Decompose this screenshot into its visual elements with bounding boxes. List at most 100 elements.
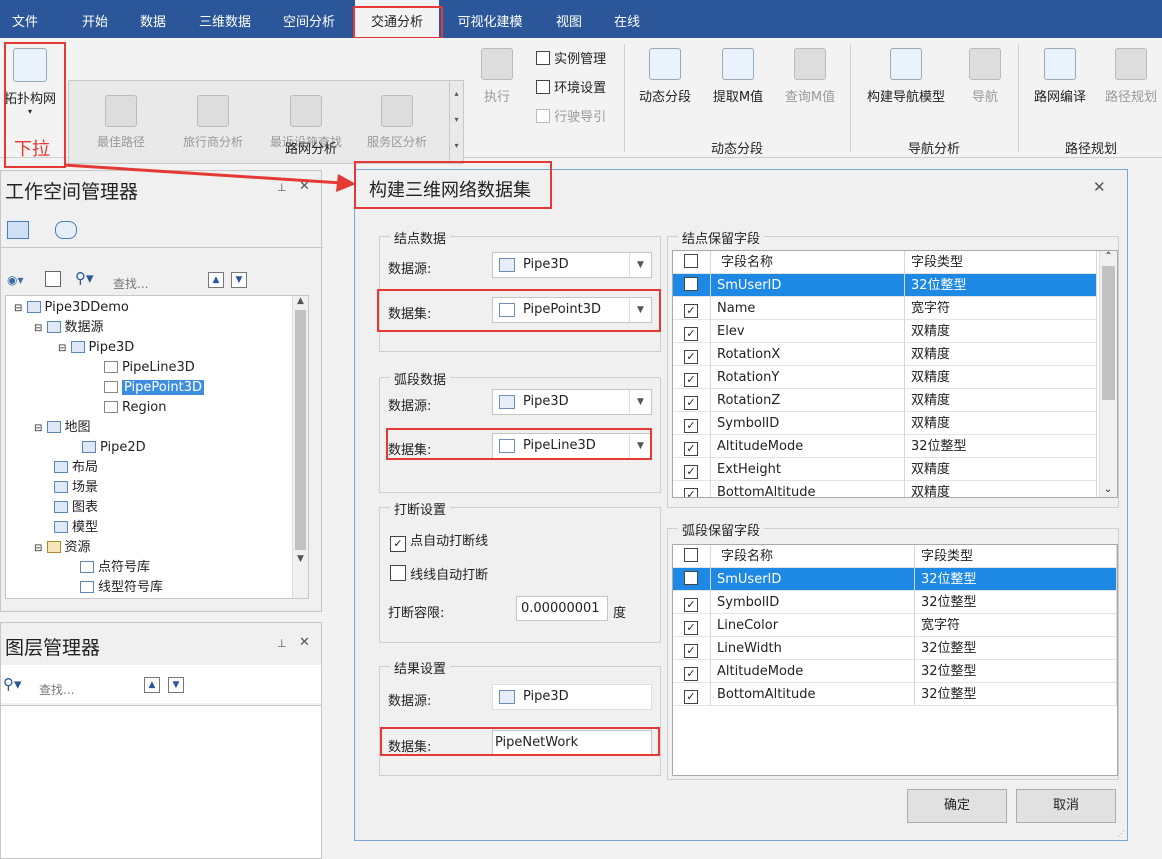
tree-node-models[interactable]: 模型	[54, 518, 98, 538]
table-row[interactable]: ✓ RotationX 双精度	[673, 343, 1097, 366]
result-datasource-select[interactable]: Pipe3D	[492, 684, 652, 710]
navigate-button[interactable]: 导航	[962, 48, 1008, 105]
scroll-down-icon[interactable]: ⌄	[1100, 484, 1116, 495]
dialog-close-icon[interactable]: ✕	[1093, 178, 1106, 196]
drive-guide-checkbox[interactable]: 行驶导引	[536, 106, 606, 125]
table-row[interactable]: ✓ LineWidth 32位整型	[673, 637, 1117, 660]
tolerance-input[interactable]: 0.00000001	[516, 596, 608, 621]
move-down-icon[interactable]: ▼	[168, 677, 184, 693]
row-checkbox[interactable]: ✓	[673, 297, 711, 320]
tree-node-pipe2d[interactable]: Pipe2D	[82, 438, 146, 458]
auto-break-line-checkbox[interactable]: 线线自动打断	[390, 564, 488, 583]
row-checkbox[interactable]: ✓	[673, 481, 711, 497]
menu-3d-data[interactable]: 三维数据	[188, 0, 262, 38]
table-row[interactable]: ✓ ExtHeight 双精度	[673, 458, 1097, 481]
tree-node-pipepoint3d[interactable]: PipePoint3D	[104, 378, 204, 398]
document-icon[interactable]	[45, 271, 61, 287]
menu-spatial-analysis[interactable]: 空间分析	[272, 0, 346, 38]
env-settings-checkbox[interactable]: 环境设置	[536, 77, 606, 96]
compile-net-button[interactable]: 路网编译	[1028, 48, 1092, 105]
scroll-thumb[interactable]	[295, 310, 306, 550]
col-type-header[interactable]: 字段类型	[915, 545, 1117, 568]
tree-node-pipe3d[interactable]: ⊟ Pipe3D	[58, 338, 134, 358]
row-checkbox[interactable]: ✓	[673, 614, 711, 637]
table-row[interactable]: SmUserID 32位整型	[673, 274, 1097, 297]
header-select-all[interactable]	[673, 251, 711, 274]
scroll-up-icon[interactable]: ⌃	[1100, 251, 1117, 262]
instance-mgmt-checkbox[interactable]: 实例管理	[536, 48, 606, 67]
search-icon[interactable]: ⚲▾	[75, 269, 94, 287]
chevron-down-icon[interactable]: ▼	[629, 253, 651, 277]
scroll-down-icon[interactable]: ▼	[293, 554, 308, 564]
row-checkbox[interactable]: ✓	[673, 366, 711, 389]
col-name-header[interactable]: 字段名称	[711, 251, 905, 274]
resize-grip-icon[interactable]: ⋰	[1117, 829, 1125, 838]
query-m-button[interactable]: 查询M值	[778, 48, 842, 105]
row-checkbox[interactable]: ✓	[673, 683, 711, 706]
menu-data[interactable]: 数据	[128, 0, 178, 38]
scroll-up-icon[interactable]: ▲	[293, 296, 308, 306]
build-nav-model-button[interactable]: 构建导航模型	[860, 48, 952, 105]
tree-node-line-symbols[interactable]: 线型符号库	[80, 578, 163, 598]
ok-button[interactable]: 确定	[907, 789, 1007, 823]
table-row[interactable]: ✓ RotationZ 双精度	[673, 389, 1097, 412]
tree-node-charts[interactable]: 图表	[54, 498, 98, 518]
view-icon[interactable]: ◉▾	[7, 273, 24, 287]
workspace-search-input[interactable]: 查找...	[113, 275, 148, 292]
menu-start[interactable]: 开始	[70, 0, 120, 38]
menu-visual-modeling[interactable]: 可视化建模	[448, 0, 532, 38]
node-grid-scrollbar[interactable]: ⌃ ⌄	[1099, 251, 1117, 497]
row-checkbox[interactable]: ✓	[673, 389, 711, 412]
table-row[interactable]: ✓ AltitudeMode 32位整型	[673, 435, 1097, 458]
table-row[interactable]: ✓ SymbolID 双精度	[673, 412, 1097, 435]
tree-node-region[interactable]: Region	[104, 398, 167, 418]
table-row[interactable]: SmUserID 32位整型	[673, 568, 1117, 591]
row-checkbox[interactable]	[673, 568, 711, 591]
execute-button[interactable]: 执行	[474, 48, 520, 105]
cancel-button[interactable]: 取消	[1016, 789, 1116, 823]
tree-node-scenes[interactable]: 场景	[54, 478, 98, 498]
table-row[interactable]: ✓ Name 宽字符	[673, 297, 1097, 320]
table-row[interactable]: ✓ BottomAltitude 32位整型	[673, 683, 1117, 706]
move-down-icon[interactable]: ▼	[231, 272, 247, 288]
menu-online[interactable]: 在线	[602, 0, 652, 38]
node-datasource-select[interactable]: Pipe3D ▼	[492, 252, 652, 278]
table-row[interactable]: ✓ RotationY 双精度	[673, 366, 1097, 389]
row-checkbox[interactable]: ✓	[673, 458, 711, 481]
move-up-icon[interactable]: ▲	[208, 272, 224, 288]
table-row[interactable]: ✓ SymbolID 32位整型	[673, 591, 1117, 614]
row-checkbox[interactable]: ✓	[673, 660, 711, 683]
row-checkbox[interactable]: ✓	[673, 435, 711, 458]
table-row[interactable]: ✓ BottomAltitude 双精度	[673, 481, 1097, 497]
tree-node-maps[interactable]: ⊟ 地图	[34, 418, 91, 438]
workspace-tab-icon[interactable]	[7, 221, 29, 239]
move-up-icon[interactable]: ▲	[144, 677, 160, 693]
layer-search-input[interactable]: 查找...	[39, 681, 74, 698]
row-checkbox[interactable]: ✓	[673, 637, 711, 660]
search-icon[interactable]: ⚲▾	[3, 675, 22, 693]
menu-file[interactable]: 文件	[0, 0, 50, 38]
tree-node-layouts[interactable]: 布局	[54, 458, 98, 478]
tree-node-resources[interactable]: ⊟ 资源	[34, 538, 91, 558]
row-checkbox[interactable]	[673, 274, 711, 297]
row-checkbox[interactable]: ✓	[673, 412, 711, 435]
pin-icon[interactable]: ⊥	[277, 637, 287, 650]
chevron-down-icon[interactable]: ▼	[629, 390, 651, 414]
auto-break-point-checkbox[interactable]: ✓ 点自动打断线	[390, 530, 488, 552]
tree-node-workspace[interactable]: ⊟ Pipe3DDemo	[14, 298, 129, 318]
col-name-header[interactable]: 字段名称	[711, 545, 915, 568]
arc-datasource-select[interactable]: Pipe3D ▼	[492, 389, 652, 415]
menu-view[interactable]: 视图	[544, 0, 594, 38]
header-select-all[interactable]	[673, 545, 711, 568]
col-type-header[interactable]: 字段类型	[905, 251, 1097, 274]
table-row[interactable]: ✓ LineColor 宽字符	[673, 614, 1117, 637]
route-plan-button[interactable]: 路径规划	[1100, 48, 1162, 105]
extract-m-button[interactable]: 提取M值	[706, 48, 770, 105]
table-row[interactable]: ✓ Elev 双精度	[673, 320, 1097, 343]
tree-node-pipeline3d[interactable]: PipeLine3D	[104, 358, 195, 378]
row-checkbox[interactable]: ✓	[673, 343, 711, 366]
row-checkbox[interactable]: ✓	[673, 591, 711, 614]
close-icon[interactable]: ✕	[299, 635, 310, 650]
tree-node-point-symbols[interactable]: 点符号库	[80, 558, 150, 578]
tree-scrollbar[interactable]: ▲ ▼	[292, 296, 308, 598]
